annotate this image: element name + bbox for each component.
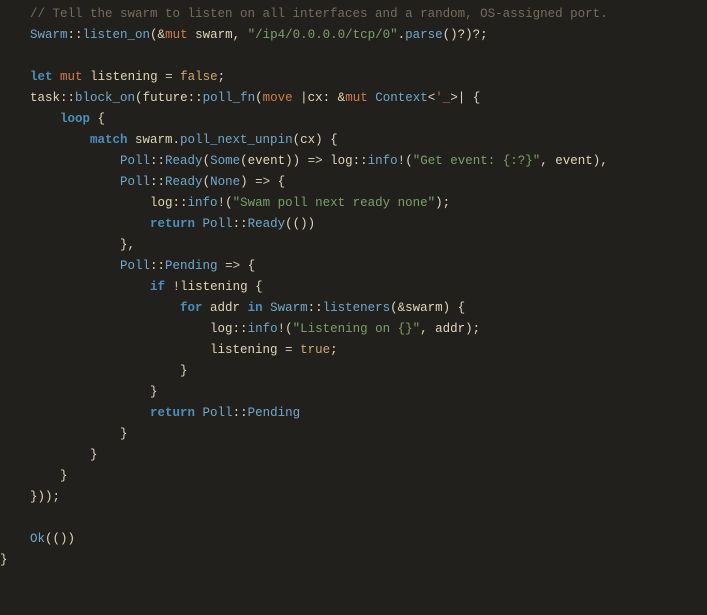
t: listening bbox=[0, 343, 285, 357]
t: Swarm bbox=[0, 28, 68, 42]
t bbox=[0, 532, 30, 546]
t: return bbox=[150, 217, 195, 231]
t: swarm, bbox=[188, 28, 248, 42]
t: Some bbox=[210, 154, 240, 168]
t: listening bbox=[83, 70, 166, 84]
t: cx: bbox=[308, 91, 338, 105]
t: } bbox=[0, 469, 68, 483]
t: poll_next_unpin bbox=[180, 133, 293, 147]
t: Pending bbox=[248, 406, 301, 420]
t: } bbox=[0, 385, 158, 399]
t: block_on bbox=[75, 91, 135, 105]
t: Poll bbox=[0, 175, 150, 189]
t: , addr); bbox=[420, 322, 480, 336]
t: None bbox=[210, 175, 240, 189]
t: Context bbox=[368, 91, 428, 105]
t: parse bbox=[405, 28, 443, 42]
t: log bbox=[0, 196, 173, 210]
t bbox=[0, 301, 180, 315]
t: mut bbox=[165, 28, 188, 42]
t bbox=[0, 112, 60, 126]
t: let bbox=[30, 70, 53, 84]
t bbox=[0, 280, 150, 294]
t: } bbox=[0, 427, 128, 441]
t bbox=[0, 217, 150, 231]
t: Ready bbox=[165, 175, 203, 189]
t: info bbox=[248, 322, 278, 336]
t: , event), bbox=[540, 154, 608, 168]
t: listening { bbox=[180, 280, 263, 294]
code-block: // Tell the swarm to listen on all inter… bbox=[0, 0, 707, 571]
t: (event)) bbox=[240, 154, 308, 168]
t: Poll bbox=[195, 217, 233, 231]
code-comment: // Tell the swarm to listen on all inter… bbox=[0, 7, 608, 21]
t: future bbox=[143, 91, 188, 105]
t: info bbox=[368, 154, 398, 168]
t: } bbox=[0, 553, 8, 567]
t: false bbox=[180, 70, 218, 84]
t: }, bbox=[0, 238, 135, 252]
t: Ready bbox=[248, 217, 286, 231]
t: Pending bbox=[165, 259, 218, 273]
t: "Get event: {:?}" bbox=[413, 154, 541, 168]
t: swarm. bbox=[128, 133, 181, 147]
t: poll_fn bbox=[203, 91, 256, 105]
t: listeners bbox=[323, 301, 391, 315]
t: in bbox=[248, 301, 263, 315]
t: } bbox=[0, 364, 188, 378]
t: Ready bbox=[165, 154, 203, 168]
t: log bbox=[323, 154, 353, 168]
t bbox=[0, 406, 150, 420]
t: mut bbox=[345, 91, 368, 105]
t: true bbox=[300, 343, 330, 357]
t: addr bbox=[203, 301, 248, 315]
t: log bbox=[0, 322, 233, 336]
t: "Swam poll next ready none" bbox=[233, 196, 436, 210]
t: })); bbox=[0, 490, 60, 504]
t bbox=[0, 133, 90, 147]
t: loop bbox=[60, 112, 90, 126]
t: if bbox=[150, 280, 165, 294]
t: info bbox=[188, 196, 218, 210]
t: Poll bbox=[0, 259, 150, 273]
t: swarm) { bbox=[405, 301, 465, 315]
t: match bbox=[90, 133, 128, 147]
t: move bbox=[263, 91, 293, 105]
t: Ok bbox=[30, 532, 45, 546]
t: Poll bbox=[0, 154, 150, 168]
t: task bbox=[0, 91, 60, 105]
t bbox=[0, 70, 30, 84]
t: for bbox=[180, 301, 203, 315]
t: (cx) { bbox=[293, 133, 338, 147]
t: return bbox=[150, 406, 195, 420]
t: mut bbox=[60, 70, 83, 84]
t: "/ip4/0.0.0.0/tcp/0" bbox=[248, 28, 398, 42]
t: } bbox=[0, 448, 98, 462]
t: '_ bbox=[435, 91, 450, 105]
t: Poll bbox=[195, 406, 233, 420]
t: Swarm bbox=[263, 301, 308, 315]
t: "Listening on {}" bbox=[293, 322, 421, 336]
t: listen_on bbox=[83, 28, 151, 42]
